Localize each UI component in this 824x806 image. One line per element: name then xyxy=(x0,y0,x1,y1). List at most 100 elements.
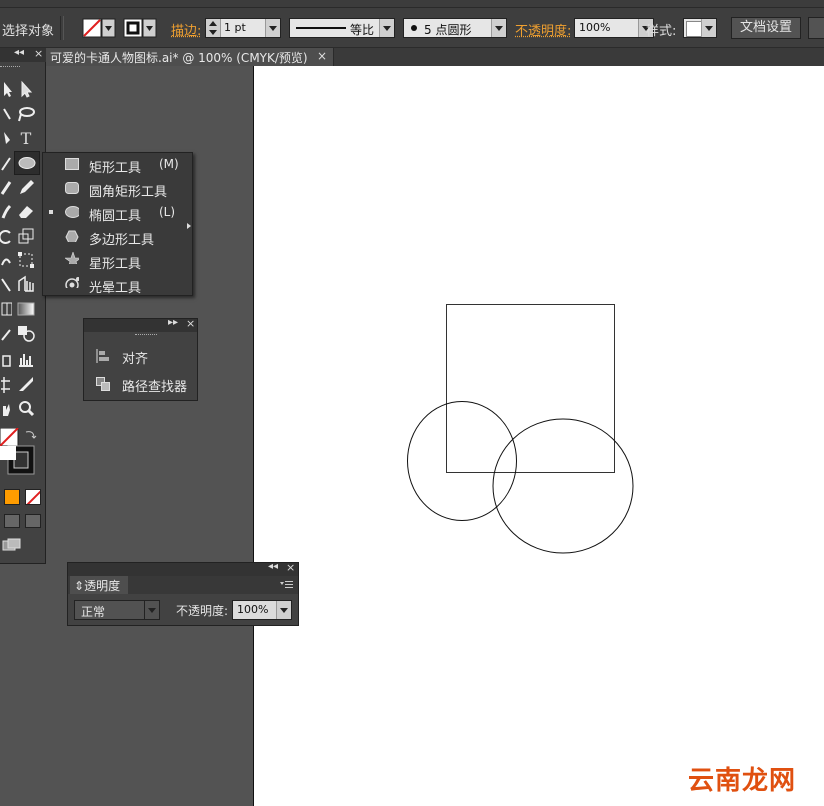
gradient-tool[interactable] xyxy=(15,298,37,320)
flare-tool-item[interactable]: 光晕工具 xyxy=(43,273,183,297)
color-mode-button[interactable] xyxy=(4,489,20,505)
fill-stroke-swatches[interactable] xyxy=(0,427,44,476)
zoom-tool[interactable] xyxy=(15,398,37,420)
rounded-rectangle-tool-item[interactable]: 圆角矩形工具 xyxy=(43,177,183,201)
width-tool[interactable] xyxy=(0,249,12,271)
width-icon xyxy=(1,258,11,266)
scale-tool[interactable] xyxy=(15,225,37,247)
blob-brush-tool[interactable] xyxy=(0,200,12,222)
collapse-icon[interactable]: ◂◂ xyxy=(14,47,24,58)
stroke-color-dropdown[interactable] xyxy=(123,18,157,38)
align-icon xyxy=(96,349,109,363)
fill-color-dropdown[interactable] xyxy=(82,18,116,38)
direct-selection-tool[interactable] xyxy=(15,78,37,100)
pen-icon xyxy=(4,132,10,144)
close-icon[interactable]: × xyxy=(286,561,295,574)
close-icon[interactable]: × xyxy=(186,317,195,330)
opacity-field[interactable]: 100% xyxy=(232,600,292,620)
star-tool-item[interactable]: 星形工具 xyxy=(43,249,183,273)
polygon-tool-label: 多边形工具 xyxy=(89,233,155,248)
lasso-icon xyxy=(18,107,35,122)
graphic-style-dropdown[interactable] xyxy=(683,18,717,38)
preferences-button[interactable] xyxy=(808,17,824,39)
lasso-tool[interactable] xyxy=(15,103,37,125)
pen-tool[interactable] xyxy=(0,128,12,150)
direct-selection-arrow-icon xyxy=(21,80,33,98)
variable-width-profile-dropdown[interactable]: 等比 xyxy=(289,18,395,38)
artboard-icon xyxy=(1,377,10,393)
column-graph-tool[interactable] xyxy=(15,348,37,370)
paintbrush-tool[interactable] xyxy=(0,176,12,198)
transparency-title: 透明度 xyxy=(84,579,121,593)
rectangle-icon xyxy=(65,158,79,170)
artwork-canvas[interactable] xyxy=(254,66,824,806)
close-icon[interactable]: × xyxy=(317,49,327,63)
stroke-weight-field[interactable]: 1 pt xyxy=(205,18,281,38)
type-tool[interactable]: T xyxy=(15,128,37,150)
artboard-tool[interactable] xyxy=(0,373,12,395)
free-transform-tool[interactable] xyxy=(15,249,37,271)
pathfinder-panel-item[interactable]: 路径查找器 xyxy=(96,373,196,395)
tab-transparency[interactable]: ⇕透明度 xyxy=(70,576,128,594)
screen-mode-icon xyxy=(2,538,21,551)
brush-definition-dropdown[interactable]: 5 点圆形 xyxy=(403,18,507,38)
stepper-arrows-icon xyxy=(209,21,217,35)
rectangle-tool-shortcut: (M) xyxy=(159,157,179,171)
polygon-tool-item[interactable]: 多边形工具 xyxy=(43,225,183,249)
document-tab[interactable]: 可爱的卡通人物图标.ai* @ 100% (CMYK/预览) × xyxy=(46,48,334,66)
chevron-down-icon xyxy=(276,601,291,619)
shape-builder-tool[interactable] xyxy=(0,273,12,295)
panel-header: ◂◂ × xyxy=(68,561,298,576)
slice-tool[interactable] xyxy=(15,373,37,395)
screen-mode-button[interactable] xyxy=(2,538,22,552)
blend-tool[interactable] xyxy=(15,322,37,344)
eraser-tool[interactable] xyxy=(15,200,37,222)
rotate-tool[interactable] xyxy=(0,225,12,247)
pencil-tool[interactable] xyxy=(15,176,37,198)
draw-inside-button[interactable] xyxy=(25,514,41,528)
magic-wand-tool[interactable] xyxy=(0,103,12,125)
close-icon[interactable]: × xyxy=(34,47,43,60)
opacity-label[interactable]: 不透明度: xyxy=(515,20,571,39)
ellipse-tool-item[interactable]: 椭圆工具 (L) xyxy=(43,201,183,225)
selection-tool[interactable] xyxy=(0,78,12,100)
large-circle-shape[interactable] xyxy=(492,418,634,554)
none-mode-button[interactable] xyxy=(25,489,41,505)
ellipse-tool-label: 椭圆工具 xyxy=(89,209,142,224)
align-panel-item[interactable]: 对齐 xyxy=(96,345,196,367)
perspective-grid-tool[interactable] xyxy=(15,273,37,295)
column-graph-icon xyxy=(19,354,33,367)
magnifier-icon xyxy=(19,401,35,417)
blend-mode-dropdown[interactable]: 正常 xyxy=(74,600,160,620)
line-segment-tool[interactable] xyxy=(0,152,12,174)
pathfinder-label: 路径查找器 xyxy=(122,380,188,395)
pencil-icon xyxy=(20,180,34,194)
rectangle-tool-item[interactable]: 矩形工具 (M) xyxy=(43,153,183,177)
flare-tool-label: 光晕工具 xyxy=(89,281,142,296)
brush-dot-icon xyxy=(411,25,417,31)
transparency-panel: ◂◂ × ⇕透明度 正常 不透明度: 100% xyxy=(67,561,299,626)
tearoff-arrow-icon[interactable] xyxy=(187,223,191,229)
expand-icon[interactable]: ▸▸ xyxy=(168,317,178,328)
style-label: 样式: xyxy=(646,24,677,39)
square-shape[interactable] xyxy=(446,304,615,473)
hand-tool[interactable] xyxy=(0,398,12,420)
chevron-down-icon xyxy=(379,19,394,37)
mesh-tool[interactable] xyxy=(0,298,13,320)
stroke-label[interactable]: 描边: xyxy=(171,20,201,39)
opacity-field[interactable]: 100% xyxy=(574,18,654,38)
stroke-weight-stepper[interactable] xyxy=(206,19,221,37)
symbol-sprayer-tool[interactable] xyxy=(0,348,12,370)
document-setup-button[interactable]: 文档设置 xyxy=(731,17,801,39)
collapse-icon[interactable]: ◂◂ xyxy=(268,561,278,572)
small-circle-shape[interactable] xyxy=(407,401,517,521)
ellipse-tool[interactable] xyxy=(14,151,40,175)
brush-label: 5 点圆形 xyxy=(424,23,472,37)
panel-menu-button[interactable] xyxy=(280,579,294,589)
eyedropper-tool[interactable] xyxy=(0,322,12,344)
artboard[interactable] xyxy=(253,66,824,806)
profile-label: 等比 xyxy=(350,23,375,37)
style-swatch-icon xyxy=(686,21,702,37)
draw-behind-button[interactable] xyxy=(4,514,20,528)
eraser-icon xyxy=(19,206,33,218)
